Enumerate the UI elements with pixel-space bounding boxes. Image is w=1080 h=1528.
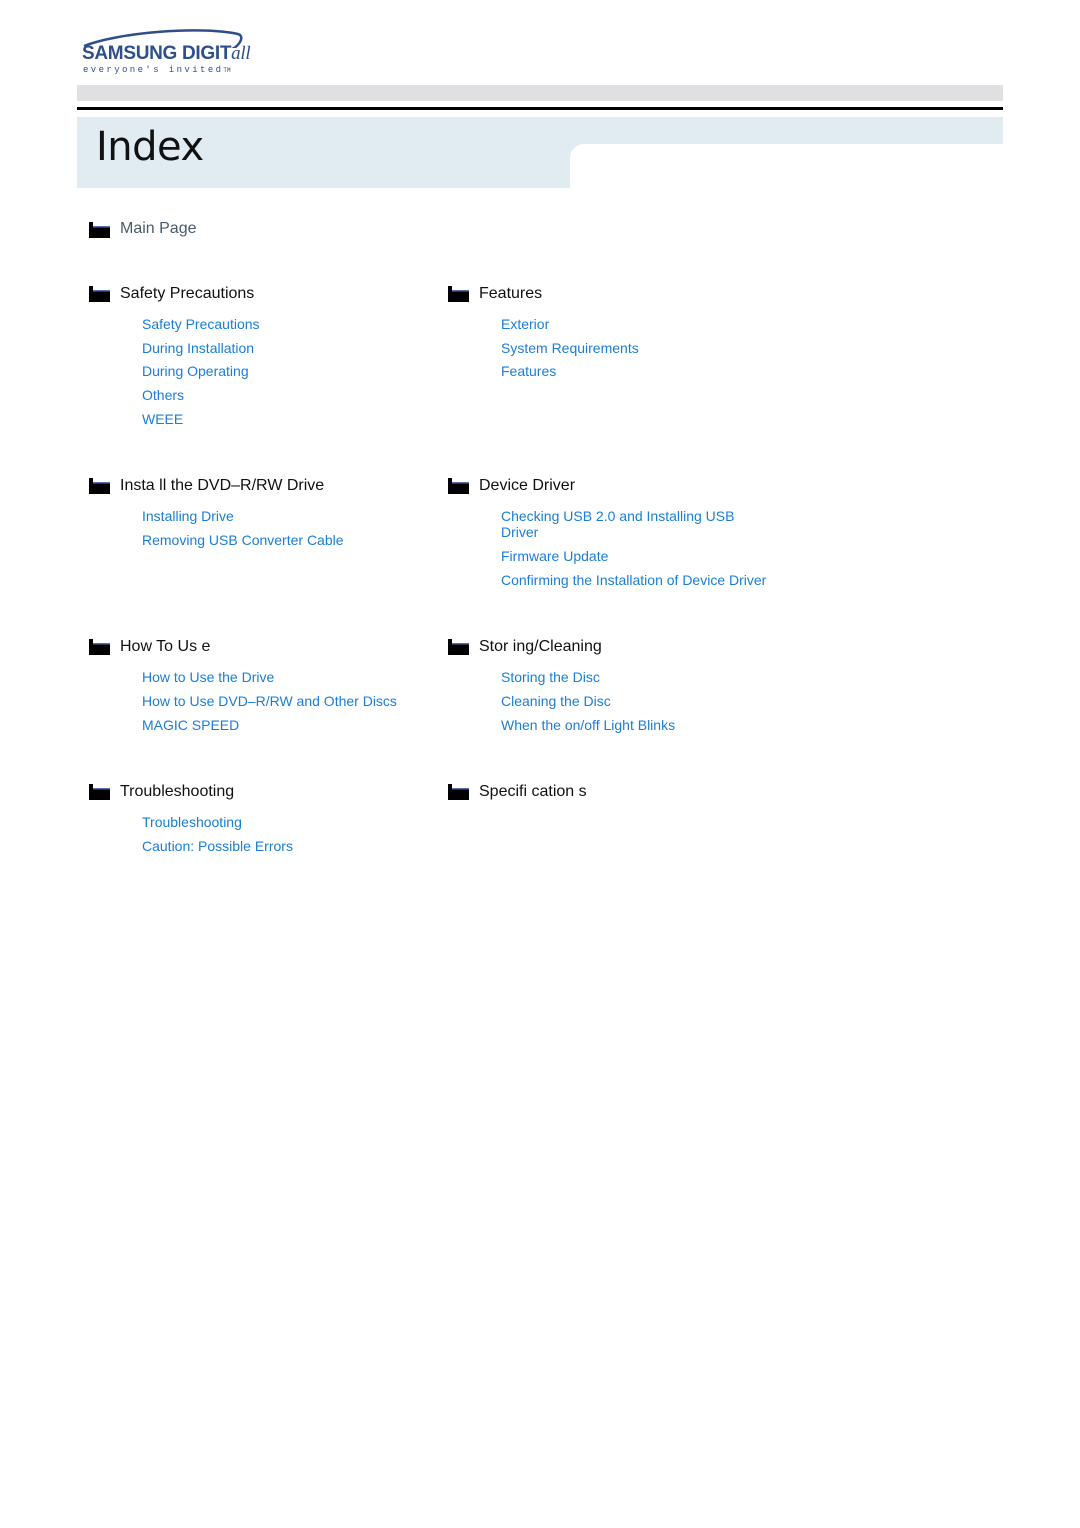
section-link[interactable]: Exterior — [501, 316, 549, 332]
folder-icon — [448, 478, 469, 494]
section-link[interactable]: During Operating — [142, 363, 249, 379]
section-heading[interactable]: Device Driver — [479, 477, 575, 495]
section-heading[interactable]: Insta ll the DVD–R/RW Drive — [120, 477, 324, 495]
section-heading[interactable]: Safety Precautions — [120, 285, 254, 303]
folder-icon — [448, 784, 469, 800]
section-link[interactable]: Installing Drive — [142, 508, 234, 524]
folder-icon — [448, 286, 469, 302]
section-heading[interactable]: How To Us e — [120, 638, 210, 656]
section-heading[interactable]: Features — [479, 285, 542, 303]
section-link[interactable]: Checking USB 2.0 and Installing USB Driv… — [501, 508, 761, 540]
title-band-notch — [570, 144, 584, 158]
logo-tagline-tm: TM — [223, 67, 231, 74]
section-link[interactable]: Features — [501, 363, 556, 379]
title-band — [77, 117, 1003, 144]
section-link[interactable]: How to Use the Drive — [142, 669, 274, 685]
section-heading[interactable]: Specifi cation s — [479, 783, 587, 801]
page-title: Index — [96, 124, 204, 170]
section-link[interactable]: Storing the Disc — [501, 669, 600, 685]
section-link[interactable]: Safety Precautions — [142, 316, 260, 332]
section-link[interactable]: WEEE — [142, 411, 183, 427]
section-link[interactable]: Cleaning the Disc — [501, 693, 611, 709]
logo-wordmark-suffix: all — [231, 43, 251, 64]
section-link[interactable]: MAGIC SPEED — [142, 717, 239, 733]
logo-tagline: everyone's invitedTM — [83, 65, 231, 75]
section-link[interactable]: During Installation — [142, 340, 254, 356]
section-link[interactable]: Confirming the Installation of Device Dr… — [501, 572, 766, 588]
folder-icon — [89, 639, 110, 655]
folder-icon — [89, 784, 110, 800]
section-link[interactable]: When the on/off Light Blinks — [501, 717, 675, 733]
logo-tagline-text: everyone's invited — [83, 65, 224, 75]
logo-wordmark-main: SAMSUNG DIGIT — [82, 43, 232, 64]
section-link[interactable]: Troubleshooting — [142, 814, 242, 830]
section-heading[interactable]: Stor ing/Cleaning — [479, 638, 602, 656]
main-page-link[interactable]: Main Page — [120, 220, 197, 238]
header-rule — [77, 107, 1003, 110]
samsung-logo: SAMSUNG DIGITall everyone's invitedTM — [80, 28, 251, 80]
section-link[interactable]: System Requirements — [501, 340, 639, 356]
header-grey-bar — [77, 85, 1003, 101]
section-link[interactable]: How to Use DVD–R/RW and Other Discs — [142, 693, 397, 709]
folder-icon — [89, 222, 110, 238]
section-heading[interactable]: Troubleshooting — [120, 783, 234, 801]
folder-icon — [89, 286, 110, 302]
folder-icon — [89, 478, 110, 494]
logo-wordmark: SAMSUNG DIGITall — [82, 43, 251, 65]
section-link[interactable]: Firmware Update — [501, 548, 608, 564]
section-link[interactable]: Removing USB Converter Cable — [142, 532, 344, 548]
section-link[interactable]: Caution: Possible Errors — [142, 838, 293, 854]
section-link[interactable]: Others — [142, 387, 184, 403]
folder-icon — [448, 639, 469, 655]
